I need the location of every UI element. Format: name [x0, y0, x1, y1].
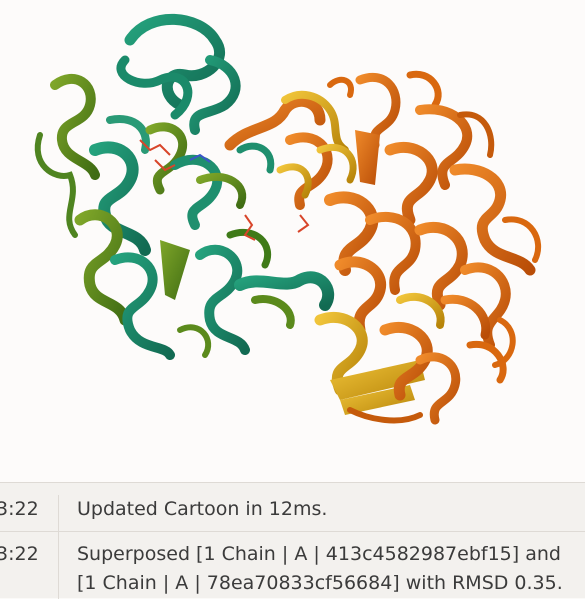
log-message: Updated Cartoon in 12ms.: [77, 498, 328, 520]
protein-structure-canvas[interactable]: [0, 0, 585, 482]
chain-1: [34, 13, 335, 360]
chain-2: [224, 70, 542, 425]
log-entry: 3:22 Superposed [1 Chain | A | 413c45829…: [0, 531, 585, 599]
ligand: [139, 139, 310, 241]
log-column-divider: [58, 495, 59, 531]
log-message: Superposed [1 Chain | A | 413c4582987ebf…: [77, 543, 563, 594]
log-entry: 3:22 Updated Cartoon in 12ms.: [0, 495, 585, 531]
log-panel: 3:22 Updated Cartoon in 12ms. 3:22 Super…: [0, 482, 585, 599]
log-timestamp: 3:22: [0, 498, 39, 520]
log-column-divider: [58, 532, 59, 599]
molecular-viewer[interactable]: [0, 0, 585, 482]
log-timestamp: 3:22: [0, 543, 39, 565]
